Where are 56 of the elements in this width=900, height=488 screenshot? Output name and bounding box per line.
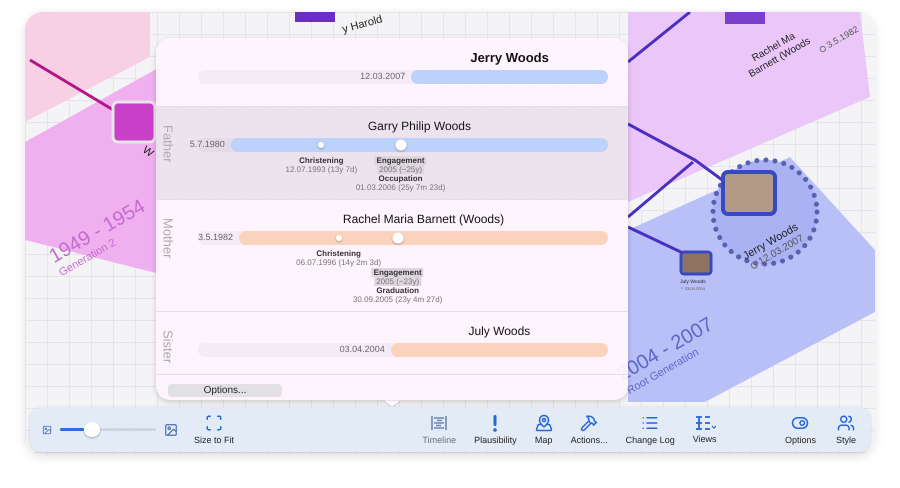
fit-icon bbox=[205, 414, 223, 432]
birth-icon bbox=[748, 260, 760, 271]
timeline-button[interactable]: Timeline bbox=[420, 414, 458, 445]
zoom-slider-fill bbox=[60, 428, 84, 431]
birth-date: 5.7.1980 bbox=[190, 139, 225, 149]
timeline-icon bbox=[430, 414, 448, 432]
hammer-icon bbox=[580, 414, 598, 432]
event-title: Graduation bbox=[375, 286, 420, 295]
birth-date: 3.5.1982 bbox=[198, 232, 233, 242]
exclamation-icon bbox=[493, 414, 498, 432]
event-title: Occupation bbox=[378, 174, 424, 183]
views-icon bbox=[694, 415, 716, 431]
event-title: Engagement bbox=[372, 268, 424, 277]
views-button[interactable]: Views bbox=[690, 415, 719, 444]
event-date: 2005 (~25y) bbox=[377, 165, 424, 174]
birth-date: 03.04.2004 bbox=[340, 344, 385, 354]
relation-label: Sister bbox=[160, 330, 176, 364]
relation-label: Father bbox=[160, 125, 176, 163]
person-name: Jerry Woods bbox=[470, 50, 549, 65]
connector-line bbox=[627, 12, 691, 64]
plausibility-button[interactable]: Plausibility bbox=[472, 414, 519, 444]
log-button[interactable]: Change Log bbox=[624, 414, 677, 445]
birth-icon bbox=[818, 44, 828, 54]
photo-placeholder bbox=[721, 170, 777, 216]
options-button[interactable]: Options... bbox=[168, 384, 282, 397]
photo-placeholder bbox=[725, 12, 765, 24]
large-image-icon bbox=[164, 422, 178, 436]
person-name: Garry Philip Woods bbox=[368, 119, 471, 133]
toggle-icon bbox=[791, 414, 810, 432]
list-icon bbox=[641, 414, 660, 432]
event-date: 30.09.2005 (23y 4m 27d) bbox=[352, 295, 444, 304]
event-date: 01.03.2006 (25y 7m 23d) bbox=[354, 183, 446, 192]
person-name: July Woods bbox=[468, 324, 530, 338]
event-date: 12.07.1993 (13y 7d) bbox=[284, 165, 358, 174]
style-button[interactable]: Style bbox=[834, 414, 858, 445]
fit-button[interactable]: Size to Fit bbox=[192, 414, 236, 445]
birth-date: 12.03.2007 bbox=[360, 71, 406, 81]
event-title: Christening bbox=[298, 156, 345, 165]
photo-placeholder bbox=[295, 12, 335, 22]
event-date: 06.07.1996 (14y 2m 3d) bbox=[295, 258, 382, 267]
event-date: 2005 (~23y) bbox=[374, 277, 422, 286]
small-image-icon bbox=[42, 424, 52, 434]
slider-thumb[interactable] bbox=[84, 422, 100, 437]
person-name: Rachel Maria Barnett (Woods) bbox=[342, 212, 504, 226]
people-icon bbox=[837, 414, 855, 432]
person-name: y Harold bbox=[341, 13, 384, 36]
event-title: Christening bbox=[315, 249, 362, 258]
actions-button[interactable]: Actions... bbox=[568, 414, 610, 445]
relation-label: Mother bbox=[160, 218, 176, 258]
options-button[interactable]: Options bbox=[782, 414, 818, 445]
event-title: Engagement bbox=[374, 156, 427, 165]
person-name: W bbox=[140, 144, 156, 160]
photo-placeholder bbox=[680, 250, 712, 276]
map-icon bbox=[534, 414, 553, 432]
birth-icon bbox=[680, 287, 683, 290]
map-button[interactable]: Map bbox=[532, 414, 555, 445]
